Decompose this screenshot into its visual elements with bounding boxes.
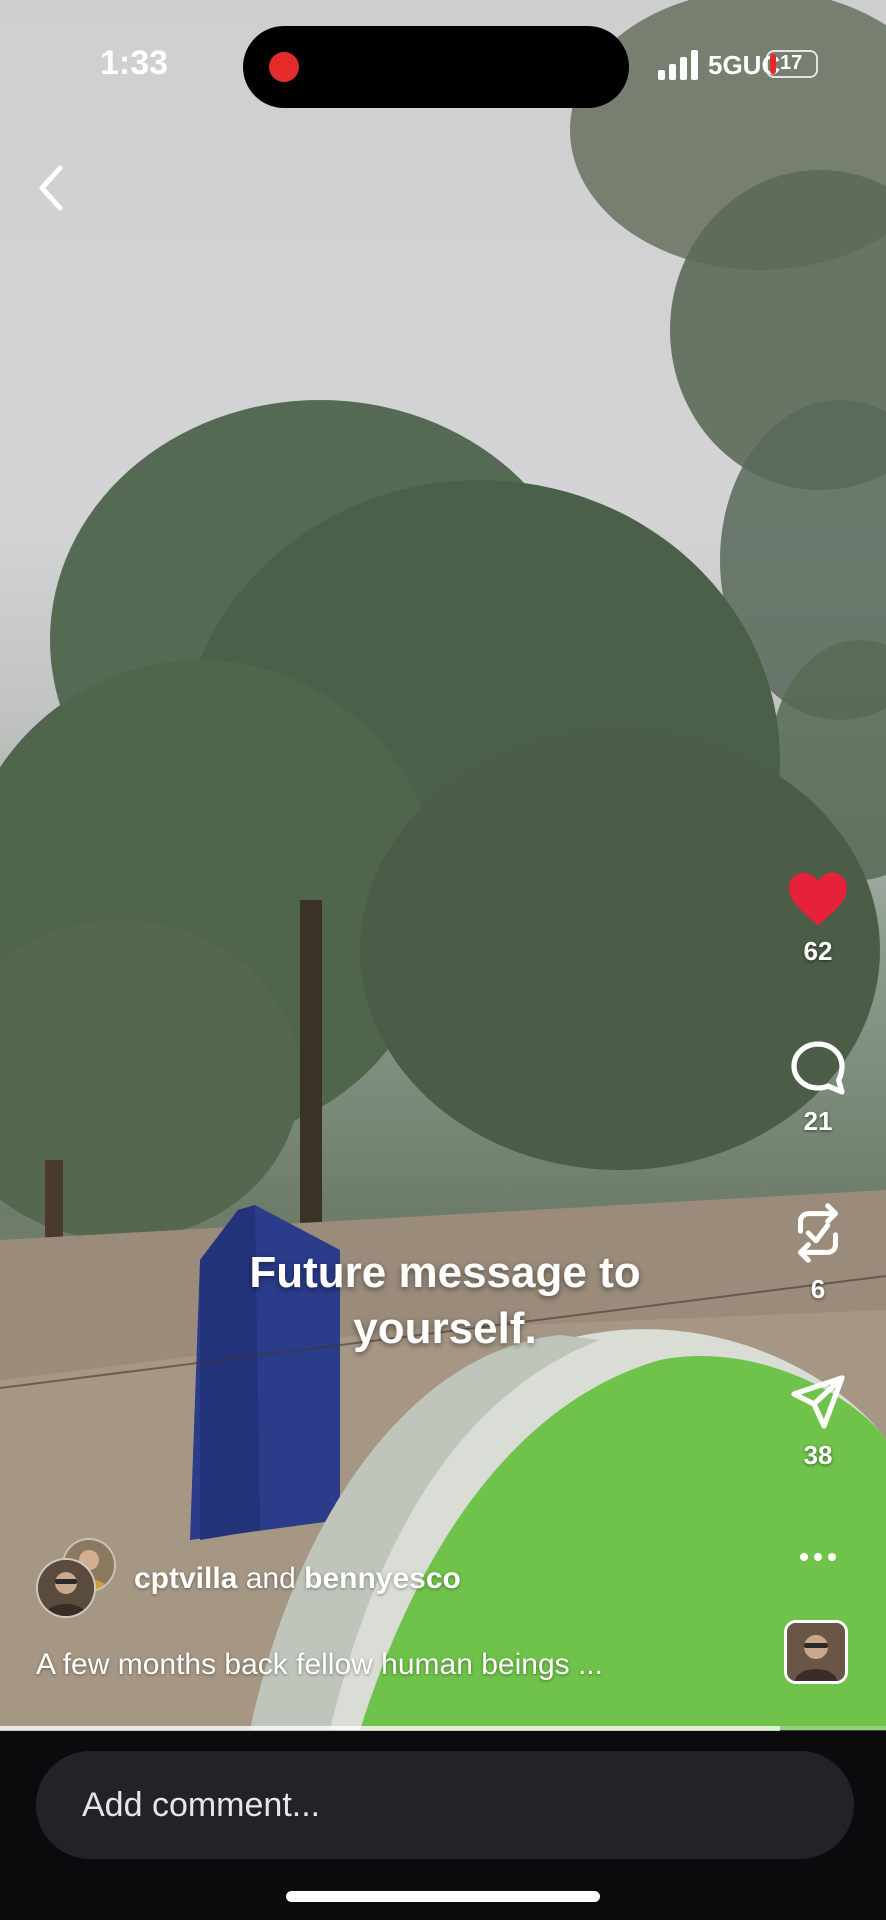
video-overlay-text: Future message to yourself. — [150, 1245, 740, 1357]
battery-percentage: 17 — [780, 52, 803, 74]
author-username-1[interactable]: cptvilla — [134, 1562, 237, 1595]
reel-video[interactable] — [0, 0, 886, 1730]
comment-bubble-icon — [791, 1041, 845, 1095]
more-options-button[interactable] — [776, 1540, 860, 1563]
comment-button[interactable]: 21 — [776, 1038, 860, 1137]
reel-screen: 1:33 5GUC 17 Future message to yourself. — [0, 0, 886, 1920]
repost-icon — [798, 1203, 838, 1263]
battery-level — [770, 54, 776, 74]
avatar-image — [38, 1560, 94, 1616]
author-names[interactable]: cptvilla and bennyesco — [134, 1562, 461, 1596]
like-count: 62 — [803, 936, 833, 966]
send-icon — [791, 1375, 845, 1429]
home-indicator — [286, 1891, 600, 1902]
author-connector: and — [245, 1562, 296, 1595]
status-time: 1:33 — [100, 44, 169, 82]
post-authors: cptvilla and bennyesco — [36, 1538, 736, 1618]
chevron-left-icon — [39, 165, 63, 211]
share-button[interactable]: 38 — [776, 1372, 860, 1471]
heart-icon — [789, 872, 847, 926]
comment-input[interactable]: Add comment... — [36, 1751, 854, 1859]
repost-count: 6 — [810, 1274, 826, 1304]
overlay-text-line-2: yourself. — [353, 1304, 537, 1353]
dynamic-island — [243, 26, 629, 108]
audio-thumbnail[interactable] — [784, 1620, 848, 1684]
like-button[interactable]: 62 — [776, 870, 860, 967]
author-username-2[interactable]: bennyesco — [304, 1562, 461, 1595]
back-button[interactable] — [30, 160, 74, 216]
status-bar: 1:33 5GUC 17 — [0, 0, 886, 120]
comment-count: 21 — [803, 1106, 833, 1136]
battery-icon: 17 — [766, 50, 818, 78]
audio-avatar-image — [787, 1623, 845, 1681]
author-avatar[interactable] — [36, 1558, 96, 1618]
more-dots-icon — [800, 1553, 836, 1561]
repost-button[interactable]: 6 — [776, 1200, 860, 1305]
post-caption[interactable]: A few months back fellow human beings ..… — [36, 1648, 603, 1682]
share-count: 38 — [803, 1440, 833, 1470]
comment-placeholder: Add comment... — [82, 1785, 321, 1824]
video-frame-scene — [0, 0, 886, 1730]
bottom-comment-bar: Add comment... — [0, 1731, 886, 1920]
cellular-signal-icon — [658, 50, 698, 80]
recording-indicator-icon — [269, 52, 299, 82]
overlay-text-line-1: Future message to — [249, 1248, 641, 1297]
